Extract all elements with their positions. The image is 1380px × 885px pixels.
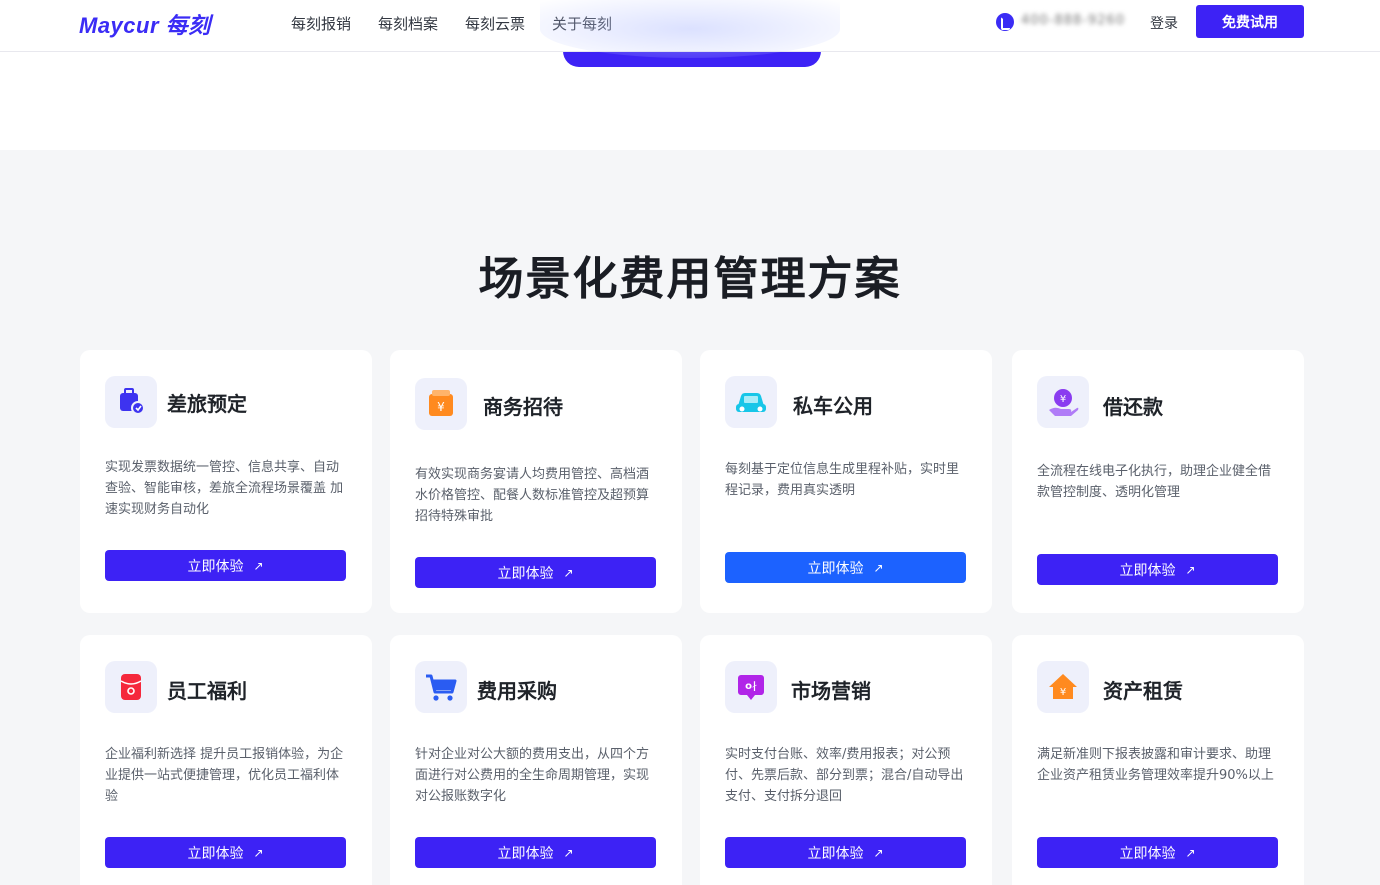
free-trial-button[interactable]: 免费试用 bbox=[1196, 5, 1304, 38]
try-now-button[interactable]: 立即体验 ↗ bbox=[1037, 554, 1278, 585]
svg-text:¥: ¥ bbox=[1060, 687, 1066, 698]
card-description: 企业福利新选择 提升员工报销体验，为企业提供一站式便捷管理，优化员工福利体验 bbox=[105, 747, 344, 804]
try-now-button[interactable]: 立即体验 ↗ bbox=[105, 550, 346, 581]
solution-card-benefits: 员工福利 企业福利新选择 提升员工报销体验，为企业提供一站式便捷管理，优化员工福… bbox=[80, 635, 372, 885]
arrow-up-right-icon: ↗ bbox=[1185, 845, 1196, 860]
travel-booking-icon bbox=[105, 376, 157, 428]
card-description: 有效实现商务宴请人均费用管控、高档酒水价格管控、配餐人数标准管控及超预算招待特殊… bbox=[415, 467, 650, 524]
button-label: 立即体验 bbox=[187, 844, 244, 861]
phone-number: 400-888-9260 bbox=[1021, 13, 1126, 28]
login-link[interactable]: 登录 bbox=[1150, 13, 1178, 33]
solution-card-travel: 差旅预定 实现发票数据统一管控、信息共享、自动查验、智能审核，差旅全流程场景覆盖… bbox=[80, 350, 372, 613]
card-title: 资产租赁 bbox=[1103, 679, 1183, 703]
card-title: 市场营销 bbox=[791, 679, 871, 703]
solution-card-private-car: 私车公用 每刻基于定位信息生成里程补贴，实时里程记录，费用真实透明 立即体验 ↗ bbox=[700, 350, 992, 613]
try-now-button[interactable]: 立即体验 ↗ bbox=[415, 557, 656, 588]
arrow-up-right-icon: ↗ bbox=[873, 845, 884, 860]
loan-repayment-icon: ¥ bbox=[1037, 376, 1089, 428]
private-car-icon bbox=[725, 376, 777, 428]
nav-item-archive[interactable]: 每刻档案 bbox=[378, 13, 438, 34]
button-label: 立即体验 bbox=[807, 559, 864, 576]
svg-text:¥: ¥ bbox=[437, 400, 445, 414]
nav-item-cloud-invoice[interactable]: 每刻云票 bbox=[465, 13, 525, 34]
card-description: 全流程在线电子化执行，助理企业健全借款管控制度、透明化管理 bbox=[1037, 464, 1272, 500]
card-title: 商务招待 bbox=[483, 395, 563, 419]
arrow-up-right-icon: ↗ bbox=[873, 560, 884, 575]
svg-text:o∤: o∤ bbox=[745, 681, 757, 692]
card-title: 私车公用 bbox=[793, 394, 873, 418]
arrow-up-right-icon: ↗ bbox=[253, 558, 264, 573]
solution-card-hospitality: ¥ 商务招待 有效实现商务宴请人均费用管控、高档酒水价格管控、配餐人数标准管控及… bbox=[390, 350, 682, 613]
shopping-cart-icon bbox=[415, 661, 467, 713]
main-nav: 每刻报销 每刻档案 每刻云票 关于每刻 bbox=[291, 13, 612, 34]
try-now-button[interactable]: 立即体验 ↗ bbox=[725, 837, 966, 868]
section-title: 场景化费用管理方案 bbox=[478, 252, 902, 305]
card-description: 实时支付台账、效率/费用报表；对公预付、先票后款、部分到票；混合/自动导出支付、… bbox=[725, 747, 964, 804]
button-label: 立即体验 bbox=[187, 557, 244, 574]
card-title: 员工福利 bbox=[167, 679, 247, 703]
button-label: 立即体验 bbox=[497, 564, 554, 581]
card-description: 针对企业对公大额的费用支出，从四个方面进行对公费用的全生命周期管理，实现对公报账… bbox=[415, 747, 650, 804]
marketing-icon: o∤ bbox=[725, 661, 777, 713]
business-hospitality-icon: ¥ bbox=[415, 378, 467, 430]
try-now-button[interactable]: 立即体验 ↗ bbox=[105, 837, 346, 868]
svg-text:¥: ¥ bbox=[1060, 394, 1066, 405]
try-now-button[interactable]: 立即体验 ↗ bbox=[415, 837, 656, 868]
card-description: 每刻基于定位信息生成里程补贴，实时里程记录，费用真实透明 bbox=[725, 462, 960, 498]
nav-item-about[interactable]: 关于每刻 bbox=[552, 13, 612, 34]
arrow-up-right-icon: ↗ bbox=[563, 565, 574, 580]
phone-icon bbox=[996, 13, 1014, 31]
solutions-section: 场景化费用管理方案 差旅预定 实现发票数据统一管控、信息共享、自动查验、智能审核… bbox=[0, 150, 1380, 885]
solution-card-loan: ¥ 借还款 全流程在线电子化执行，助理企业健全借款管控制度、透明化管理 立即体验… bbox=[1012, 350, 1304, 613]
arrow-up-right-icon: ↗ bbox=[253, 845, 264, 860]
card-description: 满足新准则下报表披露和审计要求、助理企业资产租赁业务管理效率提升90%以上 bbox=[1037, 747, 1274, 783]
nav-item-expense[interactable]: 每刻报销 bbox=[291, 13, 351, 34]
top-navbar: Maycur 每刻 每刻报销 每刻档案 每刻云票 关于每刻 400-888-92… bbox=[0, 0, 1380, 52]
try-now-button[interactable]: 立即体验 ↗ bbox=[1037, 837, 1278, 868]
card-title: 费用采购 bbox=[477, 679, 557, 703]
solution-card-procurement: 费用采购 针对企业对公大额的费用支出，从四个方面进行对公费用的全生命周期管理，实… bbox=[390, 635, 682, 885]
button-label: 立即体验 bbox=[497, 844, 554, 861]
card-title: 借还款 bbox=[1103, 395, 1163, 419]
try-now-button[interactable]: 立即体验 ↗ bbox=[725, 552, 966, 583]
arrow-up-right-icon: ↗ bbox=[563, 845, 574, 860]
solution-card-leasing: ¥ 资产租赁 满足新准则下报表披露和审计要求、助理企业资产租赁业务管理效率提升9… bbox=[1012, 635, 1304, 885]
employee-benefits-icon bbox=[105, 661, 157, 713]
button-label: 立即体验 bbox=[1119, 844, 1176, 861]
card-description: 实现发票数据统一管控、信息共享、自动查验、智能审核，差旅全流程场景覆盖 加速实现… bbox=[105, 460, 344, 517]
arrow-up-right-icon: ↗ bbox=[1185, 562, 1196, 577]
maycur-logo[interactable]: Maycur 每刻 bbox=[79, 8, 211, 40]
solution-card-marketing: o∤ 市场营销 实时支付台账、效率/费用报表；对公预付、先票后款、部分到票；混合… bbox=[700, 635, 992, 885]
card-title: 差旅预定 bbox=[167, 392, 247, 416]
asset-leasing-icon: ¥ bbox=[1037, 661, 1089, 713]
button-label: 立即体验 bbox=[807, 844, 864, 861]
button-label: 立即体验 bbox=[1119, 561, 1176, 578]
